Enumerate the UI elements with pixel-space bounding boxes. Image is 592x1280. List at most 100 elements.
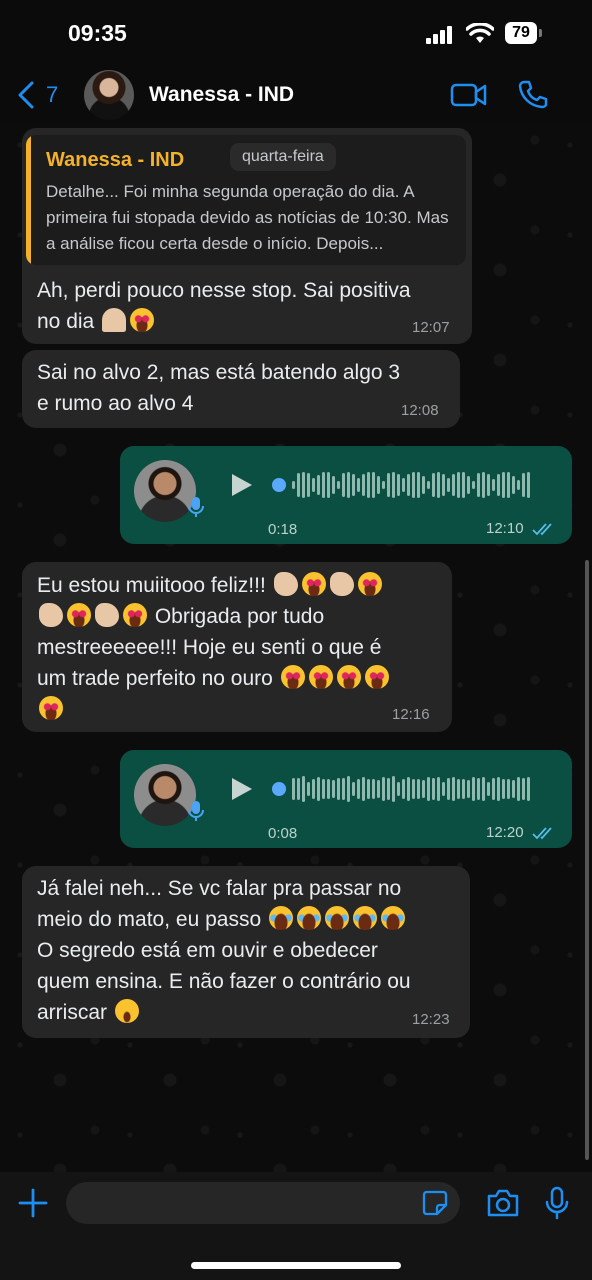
read-receipt-icon [532,827,552,840]
back-chevron-icon[interactable] [16,80,36,110]
play-icon[interactable] [228,776,254,802]
heart-eyes-emoji-icon [336,665,361,689]
waveform-bar [307,781,310,797]
contact-avatar[interactable] [84,70,134,120]
camera-icon[interactable] [486,1188,520,1218]
waveform-bar [392,471,395,499]
waveform-bar [477,777,480,801]
waveform-bar [482,471,485,499]
microphone-icon[interactable] [545,1186,569,1220]
scrollbar[interactable] [585,560,589,1160]
plus-icon[interactable] [18,1188,48,1218]
waveform-bar [447,478,450,492]
waveform-bar [497,474,500,496]
playback-position-dot[interactable] [272,478,286,492]
voice-waveform[interactable] [272,769,530,809]
waveform-bar [402,478,405,492]
unread-count[interactable]: 7 [46,82,58,108]
battery-icon: 79 [505,22,537,44]
waveform-bar [467,475,470,495]
message-line: O segredo está em ouvir e obedecer [37,939,378,962]
message-line: e rumo ao alvo 4 [37,392,194,415]
waveform-bar [347,471,350,499]
waveform-bar [437,471,440,499]
message-text: Eu estou muiitooo feliz!!! Obrigada por … [37,570,391,725]
message-time: 12:07 [412,319,450,336]
waveform-bar [332,780,335,798]
clapping-hands-emoji-icon [329,572,354,596]
waveform-bar [477,472,480,498]
waveform-bar [372,779,375,799]
waveform-bar [407,777,410,801]
message-line: Ah, perdi pouco nesse stop. Sai positiva [37,279,411,302]
heart-eyes-emoji-icon [130,308,155,332]
waveform-bar [362,474,365,496]
message-line: Eu estou muiitooo feliz!!! [37,574,266,597]
waveform-bar [397,781,400,797]
waveform-bar [327,778,330,800]
voice-duration: 0:18 [268,521,298,538]
message-time: 12:20 [486,824,524,841]
waveform-bar [437,776,440,802]
waveform-bar [462,472,465,498]
waveform-bar [447,778,450,800]
heart-eyes-emoji-icon [280,665,305,689]
message-line: Obrigada por tudo [154,605,325,628]
waveform-bar [392,776,395,802]
waveform-bar [352,473,355,497]
waveform-bar [317,474,320,496]
waveform-bar [442,781,445,797]
message-time: 12:08 [401,402,439,419]
waveform-bar [492,478,495,492]
waveform-bar [312,778,315,800]
sticker-icon[interactable] [422,1190,448,1216]
waveform-bar [472,480,475,490]
heart-eyes-emoji-icon [123,603,147,627]
tears-of-joy-emoji-icon [380,906,405,930]
waveform-bar [337,480,340,490]
voice-waveform[interactable] [272,465,530,505]
waveform-bar [512,475,515,495]
quote-accent-bar [26,135,31,265]
clapping-hands-emoji-icon [273,572,298,596]
video-call-icon[interactable] [450,82,488,108]
play-icon[interactable] [228,472,254,498]
tears-of-joy-emoji-icon [268,906,293,930]
cellular-signal-icon [426,26,456,44]
waveform-bar [427,777,430,801]
waveform-bar [357,778,360,800]
voice-sender-avatar [134,764,196,826]
heart-eyes-emoji-icon [67,603,91,627]
voice-call-icon[interactable] [518,79,548,109]
waveform-bar [467,779,470,798]
waveform-bar [442,473,445,497]
contact-name[interactable]: Wanessa - IND [149,83,294,107]
waveform-bar [332,475,335,495]
message-time: 12:10 [486,520,524,537]
chat-header: 7 Wanessa - IND [0,62,592,126]
status-bar: 09:35 79 [0,0,592,70]
mic-badge-icon [188,801,204,821]
wifi-icon [466,23,494,43]
waveform-bar [347,776,350,802]
waveform-bar [452,474,455,496]
battery-nub [539,29,542,37]
message-input[interactable] [66,1182,460,1224]
waveform-bar [422,780,425,798]
waveform-bar [362,777,365,801]
waveform-bar [422,475,425,495]
waveform-bar [487,781,490,797]
waveform-bar [372,472,375,498]
waveform-bar [507,472,510,498]
home-indicator[interactable] [191,1262,401,1269]
message-text: Ah, perdi pouco nesse stop. Sai positiva… [37,275,411,337]
waveform-bar [302,471,305,499]
waveform-bar [487,473,490,497]
playback-position-dot[interactable] [272,782,286,796]
waveform-bar [327,472,330,498]
message-line: Sai no alvo 2, mas está batendo algo 3 [37,361,401,384]
heart-eyes-emoji-icon [301,572,326,596]
heart-eyes-emoji-icon [357,572,382,596]
waveform-bar [517,777,520,801]
message-line: Já falei neh... Se vc falar pra passar n… [37,877,402,900]
